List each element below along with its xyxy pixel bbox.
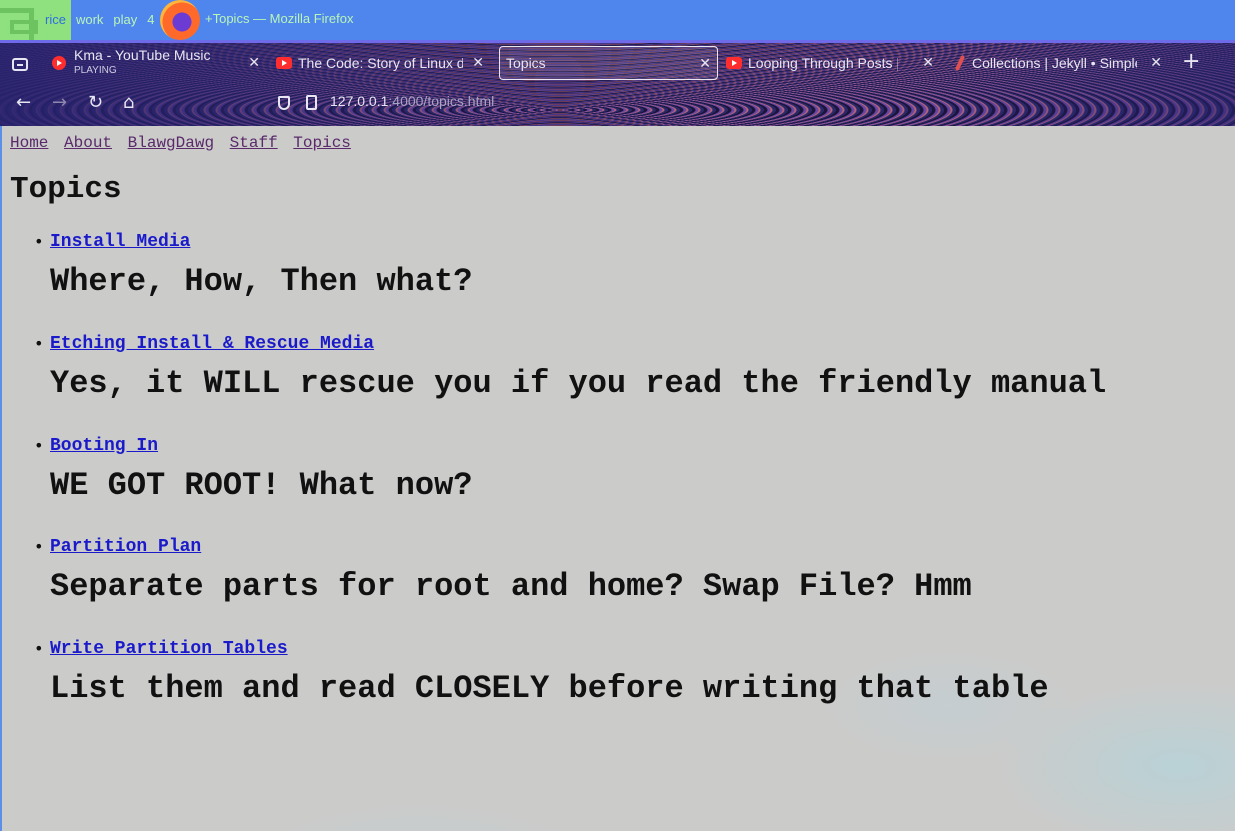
tab-linux-documentary[interactable]: The Code: Story of Linux documentary ✕ [276,46,490,80]
home-icon[interactable]: ⌂ [123,92,134,114]
workspace-rice[interactable]: rice [40,0,71,40]
close-tab-icon[interactable]: ✕ [1150,54,1162,71]
nav-link-blawgdawg[interactable]: BlawgDawg [128,134,214,152]
topic-link[interactable]: Etching Install & Rescue Media [50,334,374,354]
topic-link[interactable]: Partition Plan [50,537,201,557]
tab-title: Collections | Jekyll • Simple [972,55,1137,71]
url-path: :4000/topics.html [388,93,495,109]
tab-looping-posts[interactable]: Looping Through Posts | Jekyll ✕ [726,46,940,80]
close-tab-icon[interactable]: ✕ [472,54,484,71]
topic-description: WE GOT ROOT! What now? [50,467,473,504]
workspace-list: rice work play 4 [40,0,160,40]
shield-icon[interactable] [278,96,290,110]
wm-logo-icon [0,0,40,40]
page-title: Topics [10,172,122,207]
topic-description: Where, How, Then what? [50,263,473,300]
jekyll-icon [954,54,966,72]
reload-icon[interactable]: ↻ [88,92,103,114]
firefox-icon [160,0,200,40]
close-tab-icon[interactable]: ✕ [248,54,260,71]
back-icon[interactable]: ← [16,92,31,114]
topic-description: Separate parts for root and home? Swap F… [50,568,972,605]
bullet: • [34,436,44,455]
page-content: Home About BlawgDawg Staff Topics Topics… [0,126,1235,831]
forward-icon[interactable]: → [52,92,67,114]
youtube-icon [276,57,292,69]
topic-description: Yes, it WILL rescue you if you read the … [50,365,1107,402]
page-icon[interactable] [306,95,317,110]
new-tab-button[interactable]: + [1182,50,1200,74]
tab-title: The Code: Story of Linux documentary [298,55,463,71]
tab-youtube-music[interactable]: Kma - YouTube Music PLAYING ✕ [52,46,266,80]
browser-chrome: Kma - YouTube Music PLAYING ✕ The Code: … [0,40,1235,126]
workspace-work[interactable]: work [71,0,108,40]
close-tab-icon[interactable]: ✕ [922,54,934,71]
nav-bar: ← → ↻ ⌂ 127.0.0.1:4000/topics.html [0,84,1235,124]
close-tab-icon[interactable]: ✕ [699,55,711,72]
tab-strip: Kma - YouTube Music PLAYING ✕ The Code: … [0,44,1235,82]
bullet: • [34,232,44,251]
tab-jekyll-collections[interactable]: Collections | Jekyll • Simple ✕ [954,46,1168,80]
tab-list-icon[interactable] [12,58,28,71]
window-title: +Topics — Mozilla Firefox [205,11,354,26]
topic-link[interactable]: Install Media [50,232,190,252]
tab-title: Kma - YouTube Music [74,48,211,63]
nav-link-staff[interactable]: Staff [230,134,278,152]
tab-topics[interactable]: Topics ✕ [499,46,718,80]
bullet: • [34,639,44,658]
nav-link-home[interactable]: Home [10,134,48,152]
nav-link-about[interactable]: About [64,134,112,152]
workspace-4[interactable]: 4 [142,0,159,40]
bullet: • [34,537,44,556]
topic-description: List them and read CLOSELY before writin… [50,670,1049,707]
url-bar[interactable]: 127.0.0.1:4000/topics.html [330,93,494,109]
window-manager-bar: rice work play 4 +Topics — Mozilla Firef… [0,0,1235,40]
tab-title: Looping Through Posts | Jekyll [748,55,898,71]
url-host: 127.0.0.1 [330,93,389,109]
bullet: • [34,334,44,353]
nav-link-topics[interactable]: Topics [293,134,351,152]
workspace-play[interactable]: play [108,0,142,40]
youtube-music-icon [52,56,66,70]
youtube-icon [726,57,742,69]
site-nav: Home About BlawgDawg Staff Topics [10,134,357,152]
topic-link[interactable]: Write Partition Tables [50,639,288,659]
tab-playing-label: PLAYING [74,65,117,76]
tab-title: Topics [506,55,546,71]
topic-link[interactable]: Booting In [50,436,158,456]
